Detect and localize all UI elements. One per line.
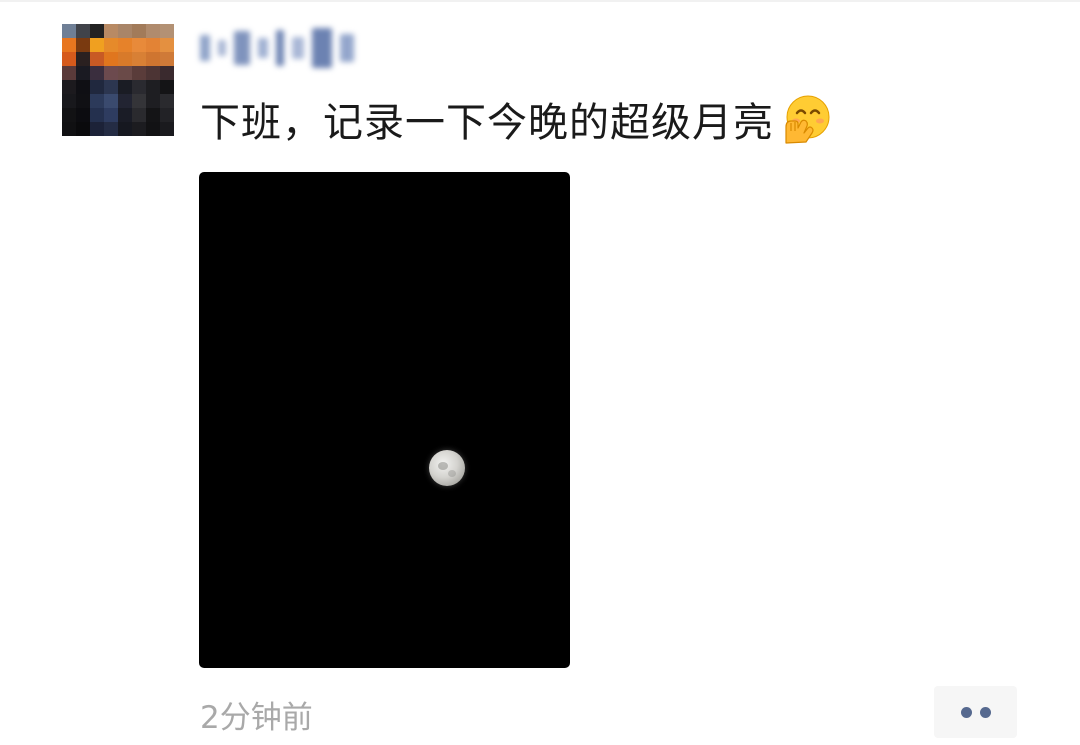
top-divider: [0, 0, 1080, 2]
blurred-username-shape: [200, 22, 362, 74]
more-dot-icon: [960, 706, 972, 718]
post-photo[interactable]: [199, 172, 570, 668]
more-dot-icon: [979, 706, 991, 718]
timestamp: 2分钟前: [200, 699, 313, 736]
avatar[interactable]: [62, 24, 174, 136]
post-text: 下班，记录一下今晚的超级月亮: [200, 90, 832, 148]
more-options-button[interactable]: [934, 686, 1017, 738]
username[interactable]: [200, 22, 420, 74]
moon-icon: [429, 450, 465, 486]
post-caption: 下班，记录一下今晚的超级月亮: [200, 100, 774, 146]
shushing-face-emoji-icon: [785, 95, 830, 144]
